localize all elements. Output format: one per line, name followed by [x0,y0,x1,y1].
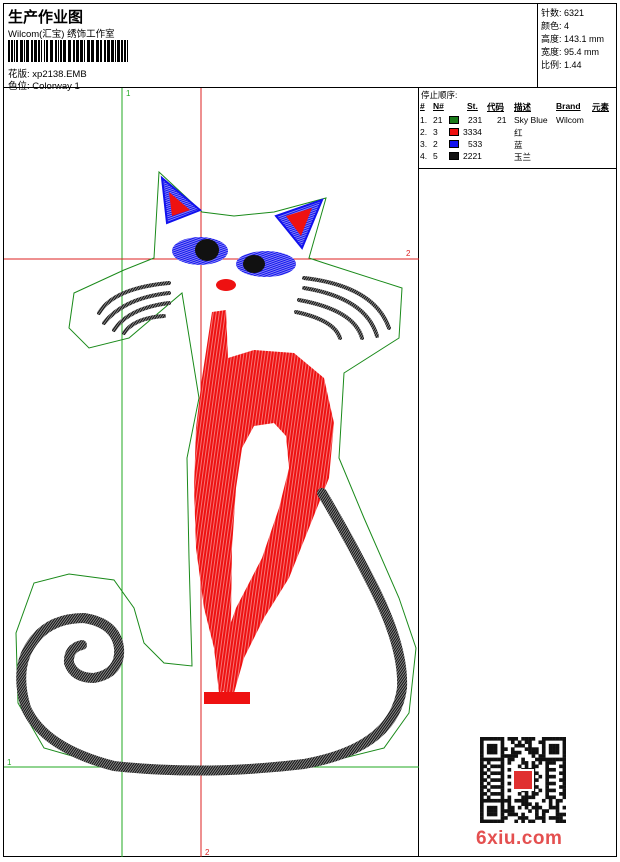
stop-row[interactable]: 1. 21 231 21 Sky Blue Wilcom [419,115,617,127]
stop-sequence-title: 停止顺序: [421,90,458,100]
cat-feet [204,692,250,704]
color-swatch [449,128,459,136]
cat-pupil-left [195,239,219,261]
stat-colors: 颜色: 4 [541,21,570,31]
col-brand: Brand [556,101,581,111]
cat-ear-left [160,175,202,225]
watermark: 6xiu.com [476,828,563,849]
col-number: # [420,101,425,111]
whiskers-left [97,281,171,335]
guide-label-red-right: 2 [406,249,411,258]
stop-row[interactable]: 4. 5 2221 玉兰 [419,151,617,163]
color-swatch [449,152,459,160]
embroidery-preview: 1 1 2 2 [4,88,419,857]
guide-label-green-top: 1 [126,89,131,98]
stat-stitches: 针数: 6321 [541,8,585,18]
guide-label-red-bottom: 2 [205,848,210,857]
qr-code [480,737,567,824]
guide-label-green-left: 1 [7,758,12,767]
stat-width: 宽度: 95.4 mm [541,47,600,57]
color-swatch [449,140,459,148]
company-name: Wilcom(汇宝) 绣饰工作室 [8,29,115,40]
stat-scale: 比例: 1.44 [541,60,582,70]
cat-nose [216,279,236,291]
cat-pupil-right [243,255,265,273]
col-code: 代码 [487,102,505,112]
col-description: 描述 [514,102,532,112]
page-title: 生产作业图 [8,9,84,26]
stop-sequence-panel: 停止顺序: # N# St. 代码 描述 Brand 元素 1. 21 231 … [419,88,617,169]
cat-body [194,310,334,693]
stat-height: 高度: 143.1 mm [541,34,605,44]
whiskers-right [294,276,391,340]
stop-row[interactable]: 2. 3 3334 红 [419,127,617,139]
barcode [8,40,128,62]
col-stitches: St. [467,101,478,111]
design-canvas: 1 1 2 2 [4,88,419,857]
col-element: 元素 [592,102,610,112]
stop-row[interactable]: 3. 2 533 蓝 [419,139,617,151]
header-panel: 生产作业图 Wilcom(汇宝) 绣饰工作室 花版: xp2138.EMB 色位… [4,4,538,92]
col-needle: N# [433,101,444,111]
color-swatch [449,116,459,124]
design-stats: 针数: 6321 颜色: 4 高度: 143.1 mm 宽度: 95.4 mm … [538,4,617,88]
